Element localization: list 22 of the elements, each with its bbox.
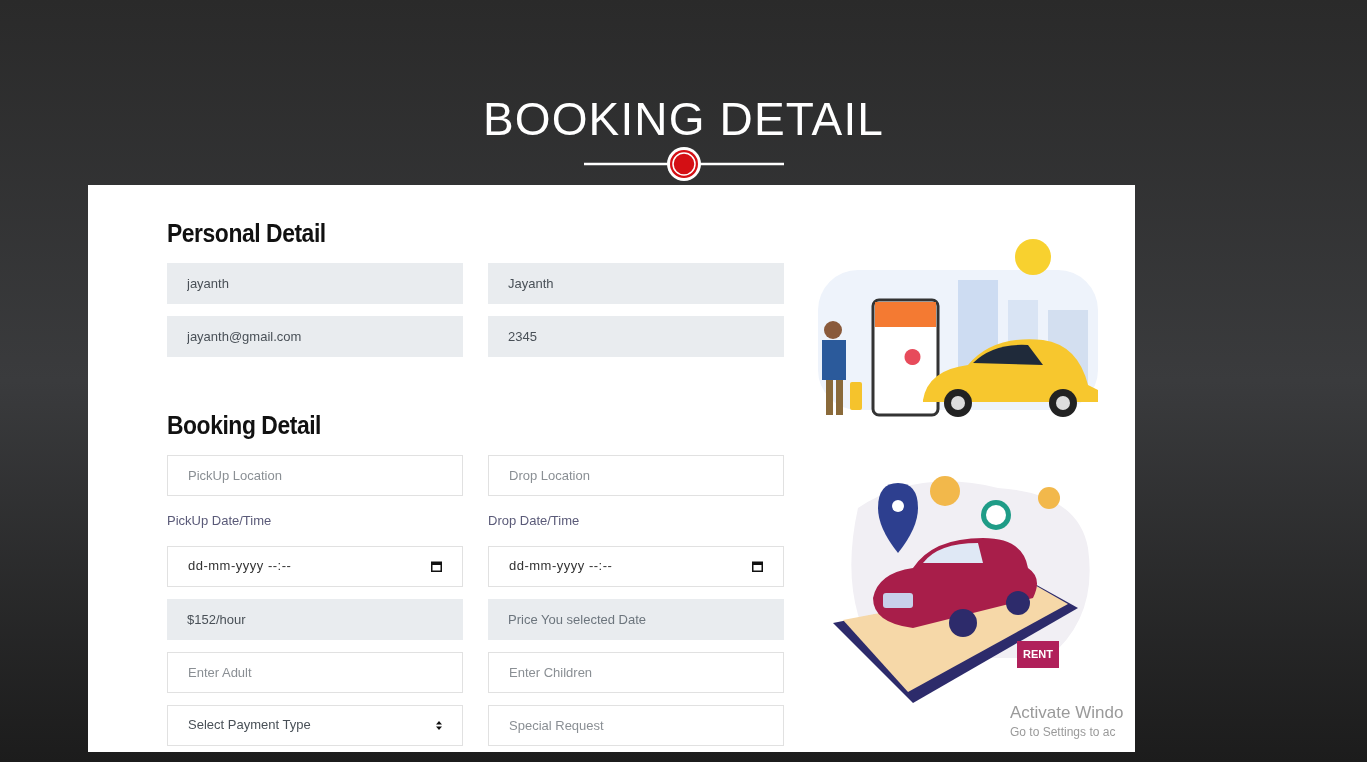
input-field[interactable]: 2345 [488,316,784,357]
activation-notice-text: Go to Settings to ac [1010,724,1117,741]
input-field[interactable]: Drop Location [488,455,784,496]
input-field[interactable]: Special Request [488,704,784,746]
input-field[interactable]: $152/hour [167,598,463,640]
payment-type-select[interactable]: Select Payment Type [167,704,463,746]
section-heading: Personal Detail [167,217,327,249]
page-title: BOOKING DETAIL [482,93,885,145]
input-field[interactable]: Enter Adult [167,651,463,693]
field-label: PickUp Date/Time [167,512,273,530]
input-field[interactable]: Enter Children [488,651,784,693]
section-heading: Booking Detail [167,409,322,441]
input-field[interactable]: jayanth [167,263,463,304]
date-time-field[interactable]: dd-mm-yyyy --:-- [167,545,463,587]
input-field[interactable]: Jayanth [488,263,784,304]
input-field[interactable]: jayanth@gmail.com [167,316,463,357]
activation-notice-title: Activate Windo [1010,703,1124,723]
input-field[interactable]: Price You selected Date [488,598,784,640]
input-field[interactable]: PickUp Location [167,455,463,496]
rent-tag: RENT [1017,641,1059,668]
date-time-field[interactable]: dd-mm-yyyy --:-- [488,545,784,587]
field-label: Drop Date/Time [488,512,581,530]
